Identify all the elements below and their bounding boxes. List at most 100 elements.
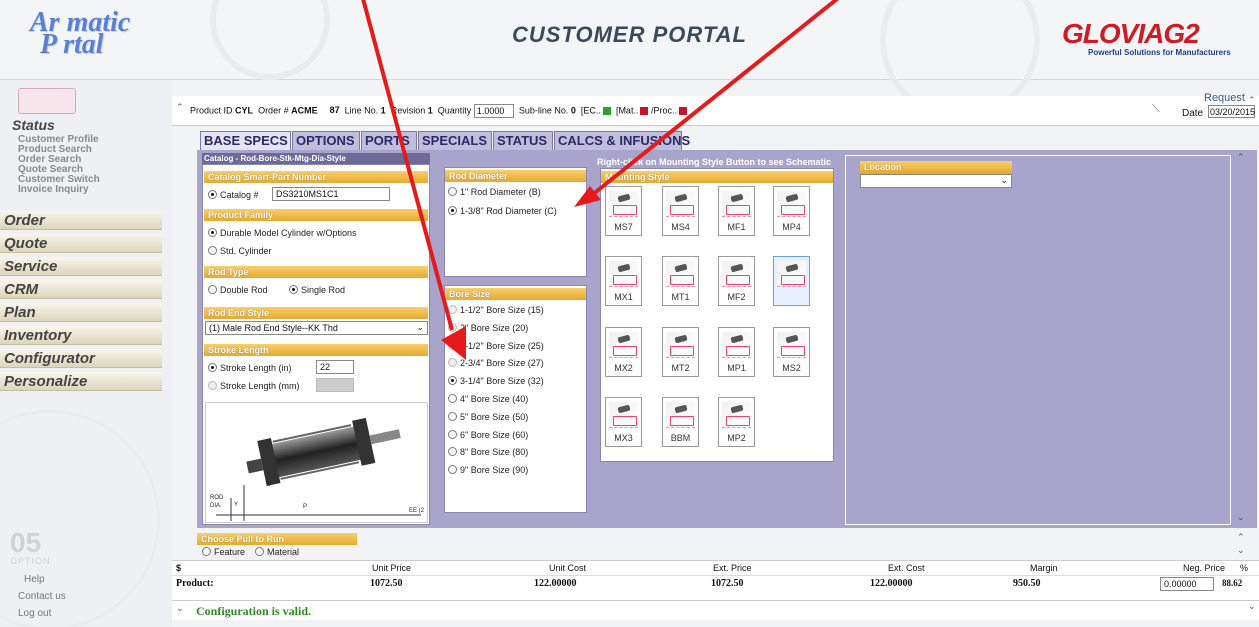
validation-bar: Configuration is valid. xyxy=(172,600,1259,620)
panel-scroll-up-icon[interactable]: ⌃ xyxy=(1237,152,1245,163)
nav-quote[interactable]: Quote xyxy=(0,234,162,253)
product-info: Product ID CYL Order # ACME 87 Line No. 1… xyxy=(190,104,687,118)
bore-option-8[interactable]: 8" Bore Size (80) xyxy=(448,447,528,457)
bore-label-7: 6" Bore Size (60) xyxy=(460,430,529,440)
pull-scroll-down-icon[interactable]: ⌄ xyxy=(1237,545,1245,556)
pricing-divider xyxy=(172,575,1259,576)
catalog-number-input[interactable]: DS3210MS1C1 xyxy=(272,187,390,201)
mount-ms7[interactable]: MS7 xyxy=(605,186,642,236)
link-help[interactable]: Help xyxy=(24,574,45,585)
date-field[interactable]: 03/20/2015 xyxy=(1208,105,1255,118)
mount-selected[interactable] xyxy=(773,256,810,306)
mount-mt1[interactable]: MT1 xyxy=(662,256,699,306)
collapse-up-icon[interactable]: ⌃ xyxy=(176,102,184,113)
rod-diameter-panel xyxy=(444,167,587,277)
mount-mp1[interactable]: MP1 xyxy=(718,327,755,377)
mount-mf2[interactable]: MF2 xyxy=(718,256,755,306)
mount-mt2[interactable]: MT2 xyxy=(662,327,699,377)
mount-ms2[interactable]: MS2 xyxy=(773,327,810,377)
ee-label: EE (2 xyxy=(409,508,425,514)
ec-status-icon[interactable] xyxy=(602,107,611,115)
nav-order[interactable]: Order xyxy=(0,211,162,230)
mount-mx2[interactable]: MX2 xyxy=(605,327,642,377)
tab-specials[interactable]: SPECIALS xyxy=(418,131,492,150)
bore-option-1[interactable]: 2" Bore Size (20) xyxy=(448,323,528,333)
status-image xyxy=(18,88,76,114)
tab-ports[interactable]: PORTS xyxy=(361,131,417,150)
mount-ms2-icon xyxy=(777,332,806,358)
neg-price-input[interactable]: 0.00000 xyxy=(1160,577,1214,591)
chevron-down-icon: ⌄ xyxy=(1000,175,1008,185)
pull-scroll-up-icon[interactable]: ⌃ xyxy=(1237,532,1245,543)
tab-calcs-infusions[interactable]: CALCS & INFUSIONS xyxy=(554,131,690,150)
percent-header: % xyxy=(1240,563,1249,573)
unit-cost-value: 122.00000 xyxy=(534,578,577,589)
edit-pencil-icon[interactable]: ⟍ xyxy=(1152,103,1160,116)
status-heading: Status xyxy=(12,117,55,133)
bore-option-2[interactable]: 2-1/2" Bore Size (25) xyxy=(448,341,544,351)
bore-option-7[interactable]: 6" Bore Size (60) xyxy=(448,430,528,440)
nav-inventory[interactable]: Inventory xyxy=(0,326,162,345)
bore-option-3[interactable]: 2-3/4" Bore Size (27) xyxy=(448,358,544,368)
mount-mf1-label: MF1 xyxy=(727,222,746,232)
ext-price-header: Ext. Price xyxy=(713,563,752,573)
nav-personalize[interactable]: Personalize xyxy=(0,372,162,391)
bore-option-5[interactable]: 4" Bore Size (40) xyxy=(448,394,528,404)
mount-ms4[interactable]: MS4 xyxy=(662,186,699,236)
bore-option-4[interactable]: 3-1/4" Bore Size (32) xyxy=(448,376,544,386)
stroke-in-radio[interactable]: Stroke Length (in) xyxy=(208,363,292,373)
mount-bbm[interactable]: BBM xyxy=(662,397,699,447)
mount-mx3[interactable]: MX3 xyxy=(605,397,642,447)
nav-plan[interactable]: Plan xyxy=(0,303,162,322)
product-family-option-1[interactable]: Std. Cylinder xyxy=(208,246,272,256)
tab-base-specs[interactable]: BASE SPECS xyxy=(200,131,291,150)
mount-mx1-icon xyxy=(609,261,638,287)
mount-mf1[interactable]: MF1 xyxy=(718,186,755,236)
link-log-out[interactable]: Log out xyxy=(18,608,51,619)
tab-options[interactable]: OPTIONS xyxy=(292,131,360,150)
catalog-radio[interactable]: Catalog # xyxy=(208,190,259,200)
rod-type-option-1[interactable]: Single Rod xyxy=(289,285,345,295)
bore-label-6: 5" Bore Size (50) xyxy=(460,412,529,422)
location-select[interactable]: ⌄ xyxy=(860,174,1012,188)
tab-status[interactable]: STATUS xyxy=(493,131,553,150)
rod-end-style-select[interactable]: (1) Male Rod End Style--KK Thd ⌄ xyxy=(205,321,428,335)
mount-mp2[interactable]: MP2 xyxy=(718,397,755,447)
chevron-down-icon: ⌄ xyxy=(416,322,424,332)
nav-configurator[interactable]: Configurator xyxy=(0,349,162,368)
date-label: Date xyxy=(1182,108,1204,119)
expand-down-icon[interactable]: ⌄ xyxy=(176,603,184,614)
quantity-input[interactable]: 1.0000 xyxy=(473,104,514,118)
bore-option-9[interactable]: 9" Bore Size (90) xyxy=(448,465,528,475)
pull-option-material[interactable]: Material xyxy=(255,547,299,557)
product-family-option-0[interactable]: Durable Model Cylinder w/Options xyxy=(208,228,357,238)
order-label: Order # xyxy=(258,105,289,116)
proc-status-icon[interactable] xyxy=(678,107,687,115)
mount-mp4[interactable]: MP4 xyxy=(773,186,810,236)
link-contact-us[interactable]: Contact us xyxy=(18,591,66,602)
stroke-mm-radio[interactable]: Stroke Length (mm) xyxy=(208,381,300,391)
bore-option-0[interactable]: 1-1/2" Bore Size (15) xyxy=(448,305,544,315)
request-link[interactable]: Request xyxy=(1204,92,1245,104)
ext-cost-header: Ext. Cost xyxy=(888,563,925,573)
mat-status-icon[interactable] xyxy=(640,107,649,115)
rod-diameter-option-0[interactable]: 1" Rod Diameter (B) xyxy=(448,187,541,197)
stroke-in-input[interactable]: 22 xyxy=(316,360,354,374)
mount-bbm-label: BBM xyxy=(670,433,691,443)
subline-label: Sub-line No. xyxy=(518,105,569,116)
mount-mx1[interactable]: MX1 xyxy=(605,256,642,306)
nav-crm[interactable]: CRM xyxy=(0,280,162,299)
rod-diameter-option-1[interactable]: 1-3/8" Rod Diameter (C) xyxy=(448,206,557,216)
nav-service[interactable]: Service xyxy=(0,257,162,276)
pull-option-feature[interactable]: Feature xyxy=(202,547,245,557)
link-invoice-inquiry[interactable]: Invoice Inquiry xyxy=(18,185,89,195)
ext-price-value: 1072.50 xyxy=(711,578,744,589)
panel-scroll-down-icon[interactable]: ⌄ xyxy=(1237,512,1245,523)
mount-mf1-icon xyxy=(722,191,751,217)
mat-label: [Mat.. xyxy=(615,105,639,116)
rod-type-option-0[interactable]: Double Rod xyxy=(208,285,268,295)
scroll-up-icon[interactable]: ⌃ xyxy=(1248,95,1256,106)
mount-mp2-label: MP2 xyxy=(727,433,746,443)
bore-option-6[interactable]: 5" Bore Size (50) xyxy=(448,412,528,422)
scroll-down-icon[interactable]: ⌄ xyxy=(1248,601,1256,612)
